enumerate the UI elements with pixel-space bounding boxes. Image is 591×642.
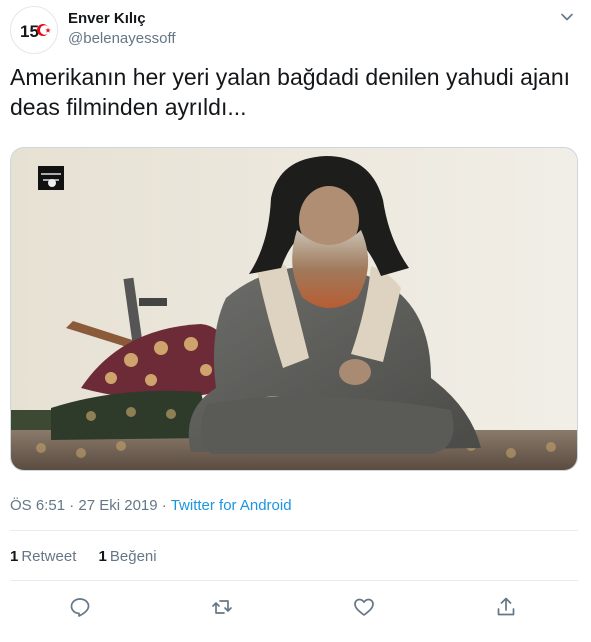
user-handle[interactable]: @belenayessoff <box>68 29 176 49</box>
divider <box>10 580 578 581</box>
reply-icon[interactable] <box>68 595 92 619</box>
avatar-logo-text: 15 <box>20 22 39 41</box>
tweet-time[interactable]: ÖS 6:51 <box>10 497 65 514</box>
tweet-actions <box>10 592 578 622</box>
tweet-date[interactable]: 27 Eki 2019 <box>78 497 157 514</box>
retweet-icon[interactable] <box>210 595 234 619</box>
display-name[interactable]: Enver Kılıç <box>68 9 176 29</box>
retweets-count: 1 <box>10 548 19 565</box>
tweet-text: Amerikanın her yeri yalan bağdadi denile… <box>10 64 571 120</box>
chevron-down-icon[interactable] <box>558 8 576 26</box>
likes-label: Beğeni <box>109 548 157 565</box>
tweet-source-link[interactable]: Twitter for Android <box>171 497 292 514</box>
heart-icon[interactable] <box>352 595 376 619</box>
tweet-stats: 1 Retweet 1 Beğeni <box>10 547 175 567</box>
retweets-label: Retweet <box>21 548 77 565</box>
likes-stat[interactable]: 1 Beğeni <box>99 547 157 567</box>
divider <box>10 530 578 531</box>
avatar[interactable]: 15 <box>10 6 58 54</box>
author-info: Enver Kılıç @belenayessoff <box>68 9 176 49</box>
meta-separator: · <box>65 497 79 514</box>
meta-separator: · <box>157 497 171 514</box>
tweet-media-image[interactable] <box>10 147 578 471</box>
retweets-stat[interactable]: 1 Retweet <box>10 547 76 567</box>
tweet-header: 15 Enver Kılıç @belenayessoff <box>10 6 580 54</box>
tweet-card: 15 Enver Kılıç @belenayessoff Amerikanın… <box>0 0 591 642</box>
share-icon[interactable] <box>494 595 518 619</box>
tweet-timestamp: ÖS 6:51 · 27 Eki 2019 · Twitter for Andr… <box>10 496 292 516</box>
likes-count: 1 <box>98 548 107 565</box>
